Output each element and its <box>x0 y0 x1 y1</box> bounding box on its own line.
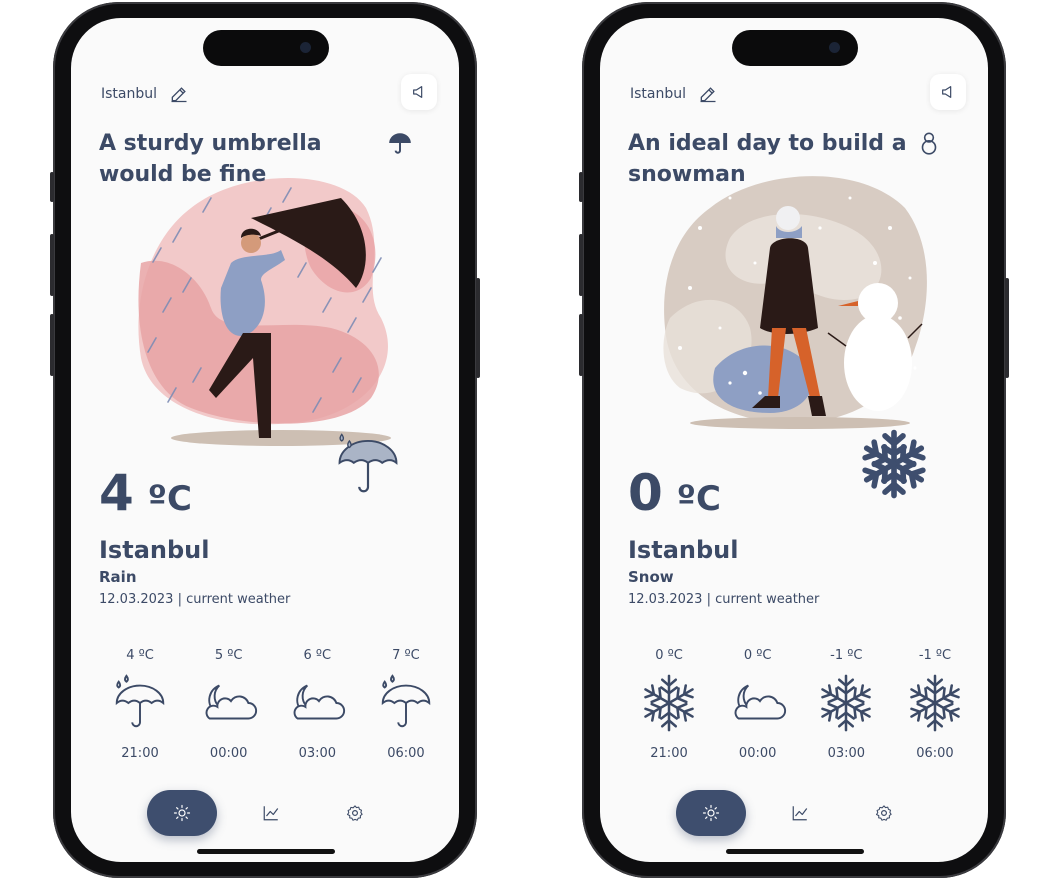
forecast-item[interactable]: 0 ºC 00:00 <box>717 648 799 761</box>
camera-icon <box>829 42 840 53</box>
forecast-temp: 0 ºC <box>743 648 772 663</box>
hourly-forecast: 4 ºC 21:00 5 ºC 00:00 6 ºC 03:00 7 ºC 06… <box>99 648 447 761</box>
forecast-time: 03:00 <box>298 746 337 761</box>
nav-settings-button[interactable] <box>854 790 914 836</box>
snow-illustration <box>663 176 927 429</box>
headline: A sturdy umbrella would be fine <box>99 131 322 187</box>
umbrella-rain-icon <box>375 672 437 734</box>
speaker-icon <box>942 86 952 98</box>
speaker-button[interactable] <box>930 74 966 110</box>
forecast-time: 21:00 <box>121 746 159 761</box>
moon-cloud-icon <box>727 672 789 734</box>
bottom-nav <box>147 790 385 836</box>
hourly-forecast: 0 ºC 21:00 0 ºC 00:00 -1 ºC 03:00 -1 ºC … <box>628 648 976 761</box>
weather-screen: Istanbul A sturdy umbrella would be fine <box>71 18 459 862</box>
forecast-item[interactable]: 4 ºC 21:00 <box>99 648 181 761</box>
edit-icon[interactable] <box>169 84 189 104</box>
forecast-temp: 6 ºC <box>303 648 332 663</box>
forecast-item[interactable]: -1 ºC 03:00 <box>805 648 887 761</box>
sun-icon <box>173 804 191 822</box>
bottom-nav <box>676 790 914 836</box>
condition-label: Rain <box>99 568 137 586</box>
moon-cloud-icon <box>286 672 348 734</box>
umbrella-icon <box>389 133 411 154</box>
forecast-temp: 4 ºC <box>126 648 154 663</box>
location-bar: Istanbul <box>101 84 189 104</box>
forecast-time: 00:00 <box>209 746 248 761</box>
speaker-icon <box>413 86 423 98</box>
date-line: 12.03.2023 | current weather <box>99 592 291 607</box>
forecast-temp: 0 ºC <box>655 648 683 663</box>
snowflake-icon <box>858 428 930 500</box>
speaker-button[interactable] <box>401 74 437 110</box>
forecast-temp: 7 ºC <box>392 648 420 663</box>
snowflake-icon <box>638 672 700 734</box>
moon-cloud-icon <box>198 672 260 734</box>
volume-down-button <box>50 314 54 376</box>
chart-icon <box>792 806 808 821</box>
home-indicator[interactable] <box>726 849 864 854</box>
forecast-time: 06:00 <box>916 746 954 761</box>
location-bar: Istanbul <box>630 84 718 104</box>
edit-icon[interactable] <box>698 84 718 104</box>
volume-down-button <box>579 314 583 376</box>
forecast-temp: 5 ºC <box>214 648 243 663</box>
volume-up-button <box>50 234 54 296</box>
chart-icon <box>263 806 279 821</box>
city-name: Istanbul <box>628 536 739 564</box>
temperature-value: 4 <box>99 464 134 522</box>
gear-icon <box>875 805 892 821</box>
dynamic-island <box>203 30 329 66</box>
current-temperature: 4 ºC <box>99 464 192 522</box>
snowflake-icon <box>815 672 877 734</box>
temperature-value: 0 <box>628 464 663 522</box>
forecast-time: 06:00 <box>387 746 425 761</box>
forecast-temp: -1 ºC <box>830 648 863 663</box>
nav-weather-button[interactable] <box>676 790 746 836</box>
forecast-time: 21:00 <box>650 746 688 761</box>
volume-up-button <box>579 234 583 296</box>
forecast-time: 03:00 <box>827 746 866 761</box>
nav-settings-button[interactable] <box>325 790 385 836</box>
forecast-item[interactable]: 0 ºC 21:00 <box>628 648 710 761</box>
snowman-icon <box>921 132 937 155</box>
current-temperature: 0 ºC <box>628 464 721 522</box>
umbrella-rain-icon <box>109 672 171 734</box>
umbrella-rain-icon <box>338 433 398 493</box>
forecast-item[interactable]: -1 ºC 06:00 <box>894 648 976 761</box>
power-button <box>1005 278 1009 378</box>
nav-weather-button[interactable] <box>147 790 217 836</box>
dynamic-island <box>732 30 858 66</box>
temperature-unit: ºC <box>676 479 721 519</box>
nav-chart-button[interactable] <box>770 790 830 836</box>
forecast-item[interactable]: 5 ºC 00:00 <box>188 648 270 761</box>
mute-switch <box>50 172 54 202</box>
date-line: 12.03.2023 | current weather <box>628 592 820 607</box>
forecast-time: 00:00 <box>738 746 777 761</box>
forecast-item[interactable]: 7 ºC 06:00 <box>365 648 447 761</box>
city-name: Istanbul <box>99 536 210 564</box>
weather-screen: Istanbul An ideal day to build a snowman <box>600 18 988 862</box>
forecast-temp: -1 ºC <box>918 648 952 663</box>
condition-label: Snow <box>628 568 674 586</box>
power-button <box>476 278 480 378</box>
camera-icon <box>300 42 311 53</box>
phone-frame-snow: Istanbul An ideal day to build a snowman <box>579 2 1009 878</box>
temperature-unit: ºC <box>147 479 192 519</box>
rain-illustration <box>138 178 391 446</box>
phone-frame-rain: Istanbul A sturdy umbrella would be fine <box>50 2 480 878</box>
location-label: Istanbul <box>101 86 158 102</box>
snowflake-icon <box>904 672 966 734</box>
nav-chart-button[interactable] <box>241 790 301 836</box>
headline: An ideal day to build a snowman <box>628 131 907 187</box>
home-indicator[interactable] <box>197 849 335 854</box>
location-label: Istanbul <box>630 86 687 102</box>
forecast-item[interactable]: 6 ºC 03:00 <box>276 648 358 761</box>
mute-switch <box>579 172 583 202</box>
gear-icon <box>346 805 363 821</box>
sun-icon <box>702 804 720 822</box>
